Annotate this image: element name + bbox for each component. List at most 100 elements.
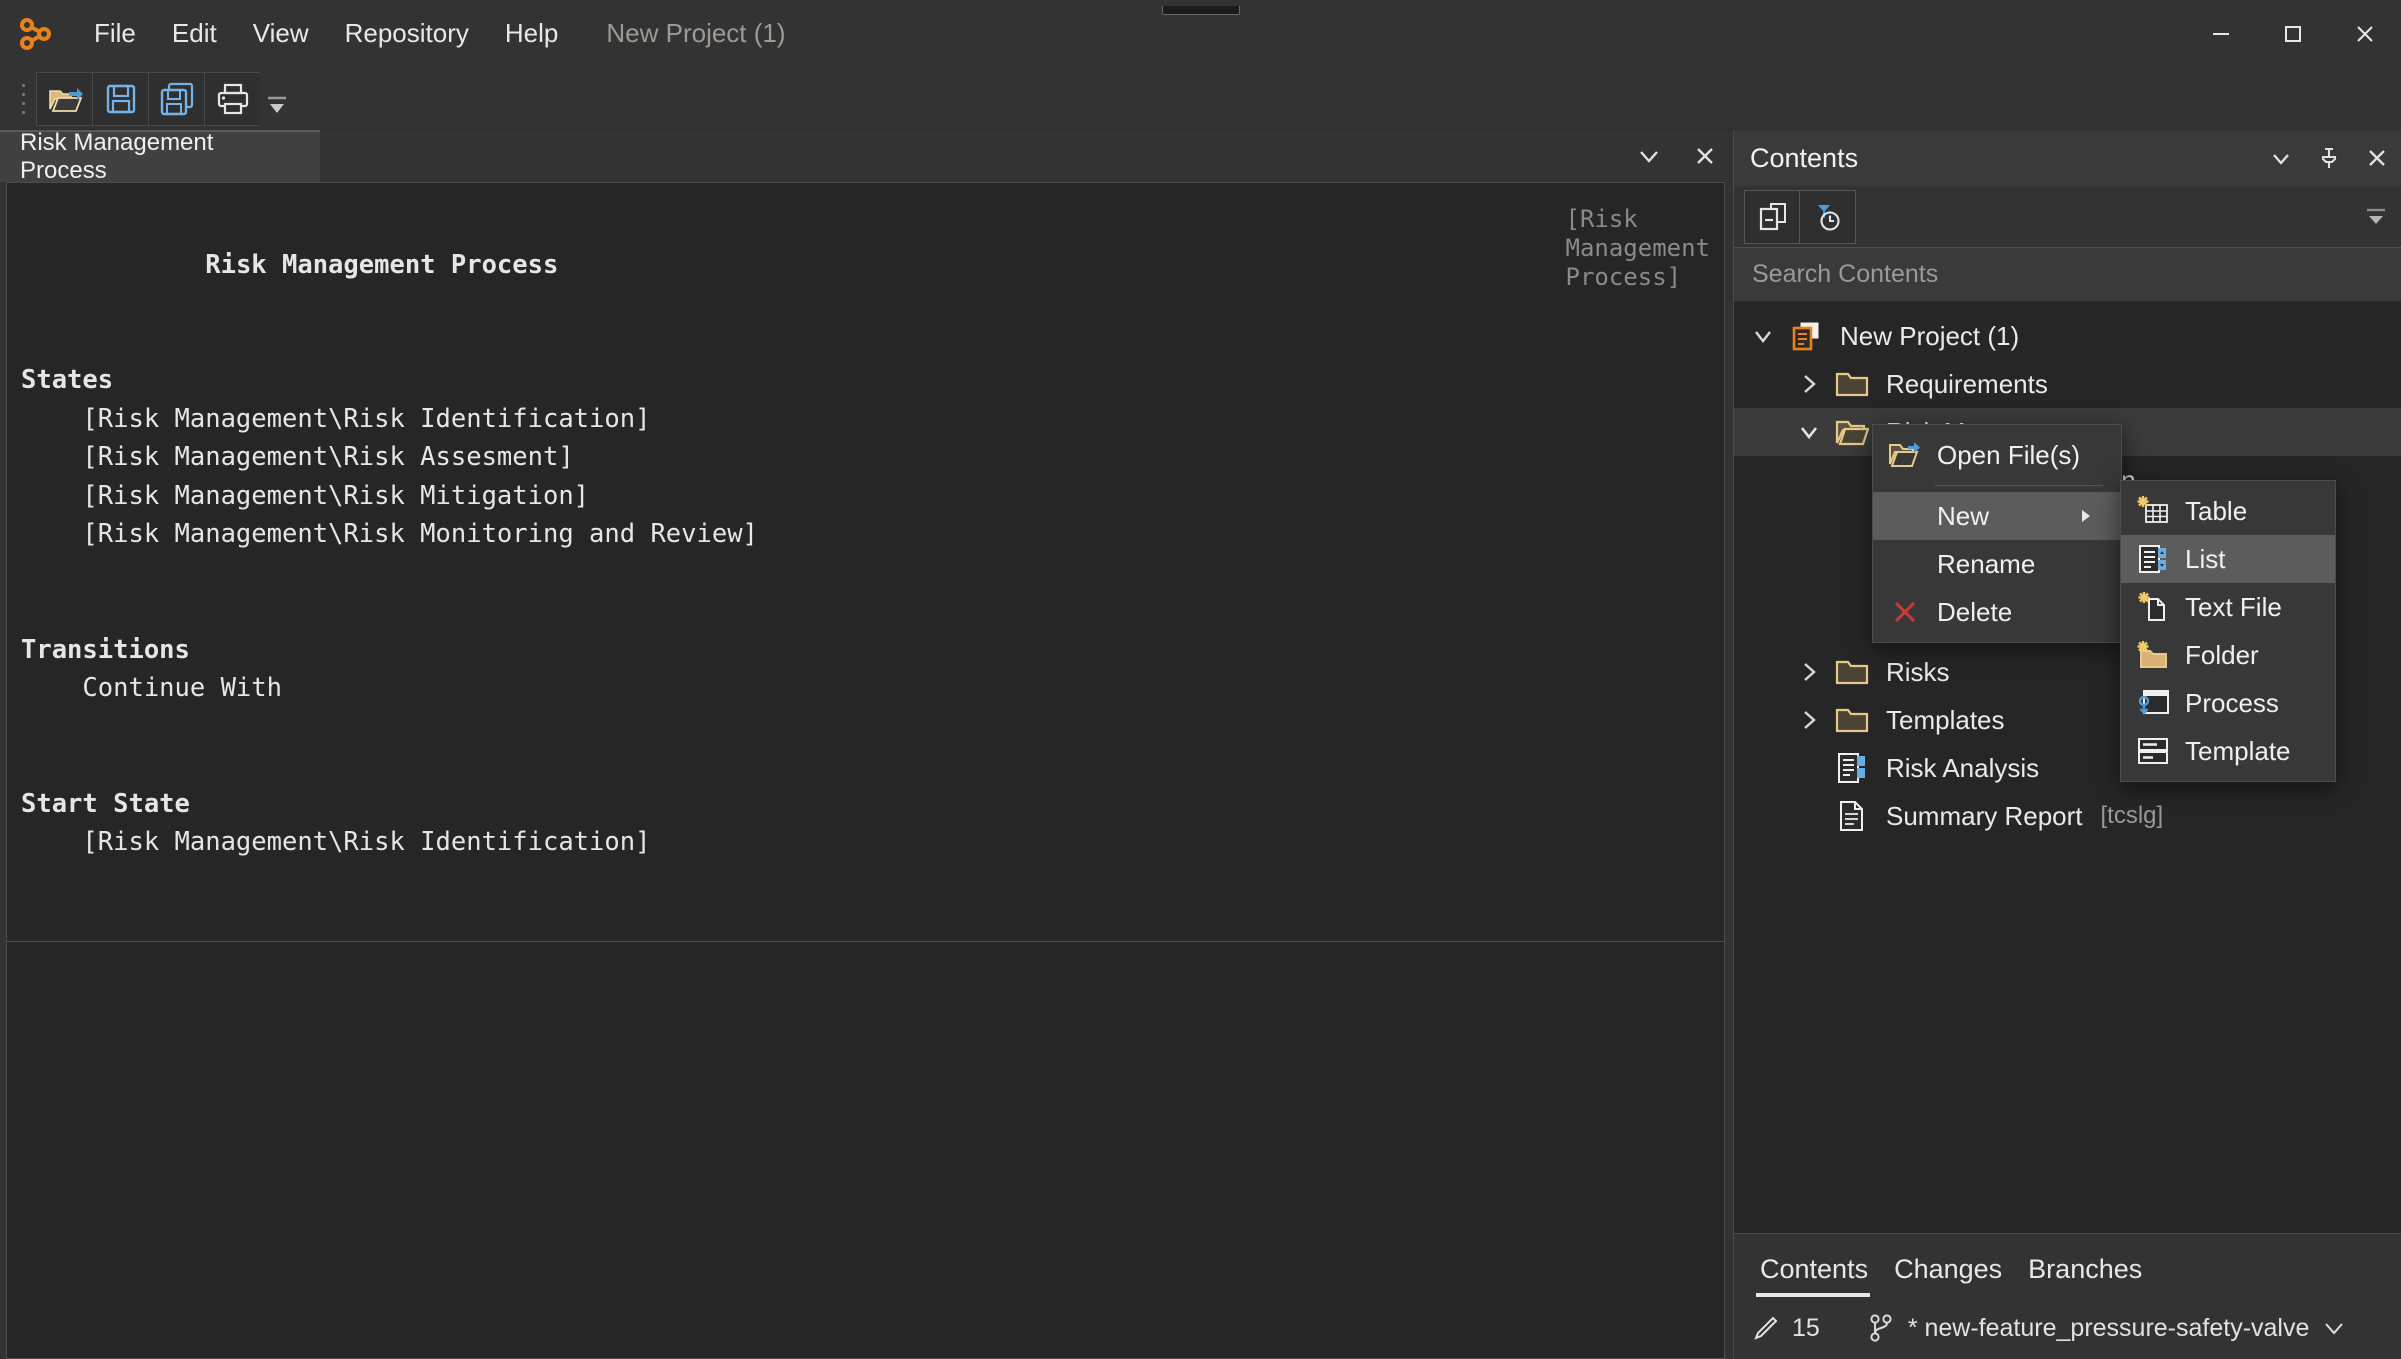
new-table-icon [2121,495,2185,527]
twisty-expanded-icon[interactable] [1740,323,1786,349]
editor-lower-area[interactable] [6,942,1725,1359]
tree-item-requirements[interactable]: Requirements [1734,360,2401,408]
menu-repository[interactable]: Repository [327,0,487,67]
save-button[interactable] [92,71,148,126]
twisty-collapsed-icon[interactable] [1786,707,1832,733]
submenu-item-template[interactable]: Template [2121,727,2335,775]
twisty-expanded-icon[interactable] [1786,419,1832,445]
context-menu-item-new[interactable]: New [1873,492,2121,540]
project-title: New Project (1) [606,18,786,48]
editor-tab-risk-management-process[interactable]: Risk Management Process [0,129,320,184]
git-graph-logo-icon [14,11,60,57]
submenu-item-folder[interactable]: Folder [2121,631,2335,679]
document-text[interactable]: Risk Management Process States [Risk Man… [7,183,1724,941]
open-folder-icon [1873,440,1937,470]
section-heading-transitions: Transitions [21,634,190,665]
search-contents-input[interactable]: Search Contents [1734,248,2401,302]
folder-open-icon [1832,417,1872,447]
tree-item-new-project[interactable]: New Project (1) [1734,312,2401,360]
contents-toolbar-overflow-button[interactable] [2361,200,2391,234]
minimize-button[interactable] [2185,0,2257,68]
submenu-arrow-icon [2041,507,2095,525]
document-view[interactable]: [Risk Management Process] Risk Managemen… [6,182,1725,942]
menu-view[interactable]: View [235,0,327,67]
application-window: File Edit View Repository Help New Proje… [0,0,2401,1359]
window-drag-handle[interactable] [1161,6,1240,15]
search-contents-placeholder: Search Contents [1752,260,1939,288]
context-menu-item-open-files[interactable]: Open File(s) [1873,431,2121,479]
tree-item-summary-report[interactable]: Summary Report [tcslg] [1734,792,2401,840]
history-filter-icon [1817,204,1840,231]
save-all-button[interactable] [148,71,204,126]
folder-icon [1832,657,1872,687]
twisty-collapsed-icon[interactable] [1786,659,1832,685]
submenu-item-list[interactable]: List [2121,535,2335,583]
context-menu-label: Rename [1937,548,2036,579]
tree-item-label: New Project (1) [1840,320,2020,351]
editor-close-button[interactable] [1677,130,1733,182]
editor-tab-label: Risk Management Process [20,129,214,184]
toolbar-overflow-button[interactable] [260,72,294,126]
submenu-item-table[interactable]: Table [2121,487,2335,535]
history-filter-button[interactable] [1800,189,1856,244]
submenu-label: Template [2185,735,2291,766]
close-icon [1697,148,1713,164]
editor-tab-list-button[interactable] [1621,130,1677,182]
chevron-down-icon [268,96,286,113]
branch-selector[interactable]: * new-feature_pressure-safety-valve [1868,1313,2348,1343]
open-file-button[interactable] [36,71,92,126]
toolbar-drag-grip[interactable] [16,79,30,119]
panel-tab-bar: Contents Changes Branches [1734,1233,2401,1297]
save-all-icon [160,82,193,115]
submenu-label: Text File [2185,591,2282,622]
submenu-label: Folder [2185,639,2259,670]
delete-x-icon [1873,598,1937,626]
transitions-line-0: Continue With [21,673,282,703]
chevron-down-icon [1640,151,1658,163]
panel-pin-button[interactable] [2305,130,2353,186]
list-icon [1832,752,1872,784]
collapse-all-button[interactable] [1744,189,1800,244]
context-menu-item-rename[interactable]: Rename [1873,540,2121,588]
chevron-down-icon[interactable] [2321,1315,2347,1341]
menu-edit[interactable]: Edit [154,0,235,67]
panel-options-button[interactable] [2257,130,2305,186]
submenu-item-process[interactable]: Process [2121,679,2335,727]
close-button[interactable] [2329,0,2401,68]
submenu-item-text-file[interactable]: Text File [2121,583,2335,631]
context-menu-label: Delete [1937,596,2013,627]
print-button[interactable] [204,71,260,126]
pencil-icon [1752,1314,1780,1342]
section-heading-start-state: Start State [21,788,190,819]
tab-contents[interactable]: Contents [1752,1254,1886,1297]
title-bar: File Edit View Repository Help New Proje… [0,0,2401,68]
text-file-icon [1832,800,1872,832]
tree-item-suffix: [tcslg] [2100,802,2164,829]
tab-bar-spacer [320,130,1621,182]
maximize-button[interactable] [2257,0,2329,68]
template-icon [2121,737,2185,765]
edit-count-label: 15 [1792,1313,1820,1342]
edit-count-group[interactable]: 15 [1752,1314,1820,1343]
pin-icon [2321,147,2337,168]
new-text-file-icon [2121,591,2185,623]
submenu-label: List [2185,543,2226,574]
tree-item-label: Summary Report [1886,800,2083,831]
tree-item-label: Templates [1886,704,2005,735]
project-icon [1786,319,1826,353]
branch-name-label: * new-feature_pressure-safety-valve [1907,1313,2310,1342]
menu-help[interactable]: Help [487,0,576,67]
tree-item-label: Requirements [1886,368,2048,399]
list-icon [2121,543,2185,575]
tab-changes[interactable]: Changes [1886,1254,2020,1297]
submenu-label: Process [2185,687,2279,718]
document-watermark: [Risk Management Process] [1565,205,1711,291]
branch-icon [1868,1313,1896,1343]
context-menu-item-delete[interactable]: Delete [1873,588,2121,636]
menu-file[interactable]: File [76,0,154,67]
tab-branches[interactable]: Branches [2020,1254,2160,1297]
window-controls [2185,0,2401,68]
panel-close-button[interactable] [2353,130,2401,186]
twisty-collapsed-icon[interactable] [1786,371,1832,397]
folder-icon [1832,705,1872,735]
